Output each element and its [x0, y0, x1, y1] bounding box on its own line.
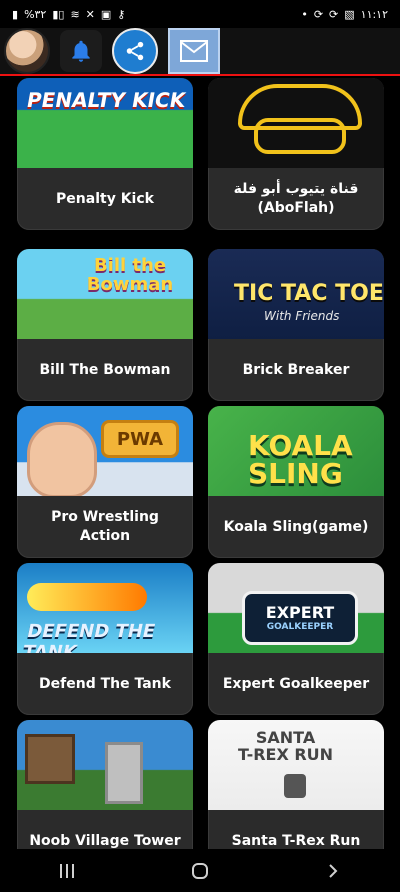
- mute-icon: ✕: [85, 7, 95, 21]
- app-header: [0, 28, 400, 76]
- block-art: [25, 734, 75, 784]
- thumbnail-logo: TIC TAC TOE: [234, 281, 384, 306]
- game-title: Pro Wrestling Action: [51, 509, 159, 544]
- battery-icon: ▮: [12, 7, 19, 21]
- status-left: ▮ %٣٢ ▮▯ ≋ ✕ ▣ ⚷: [12, 9, 125, 20]
- game-card-bill-the-bowman[interactable]: Bill the Bowman Bill The Bowman: [17, 249, 193, 401]
- game-thumbnail: SANTA T-REX RUN: [208, 720, 384, 810]
- clipboard-icon: ▣: [100, 7, 112, 21]
- mail-icon-svg: [180, 40, 208, 62]
- thumbnail-logo-text: EXPERT: [265, 602, 335, 622]
- game-thumbnail: [208, 78, 384, 168]
- game-title: Santa T-Rex Run: [231, 832, 361, 849]
- game-title: Noob Village Tower: [29, 832, 181, 849]
- game-title: Expert Goalkeeper: [222, 675, 370, 692]
- game-card-expert-goalkeeper[interactable]: EXPERT GOALKEEPER Expert Goalkeeper: [208, 563, 384, 715]
- thumbnail-logo: Bill the Bowman: [86, 255, 174, 295]
- games-grid: PENALTY KICK Penalty Kick قناة يتيوب أبو…: [0, 78, 400, 849]
- game-card-koala-sling[interactable]: KOALA SLING Koala Sling(game): [208, 406, 384, 558]
- status-right: • ⟳ ⟳ ▧ ١١:١٢: [301, 9, 388, 20]
- game-thumbnail: TIC TAC TOE With Friends: [208, 249, 384, 339]
- game-thumbnail: [17, 720, 193, 810]
- thumbnail-logo: EXPERT GOALKEEPER: [242, 591, 358, 645]
- game-title: Brick Breaker: [242, 361, 350, 378]
- home-icon[interactable]: [160, 849, 240, 892]
- game-thumbnail: PWA: [17, 406, 193, 496]
- game-card-santa-trex-run[interactable]: SANTA T-REX RUN Santa T-Rex Run: [208, 720, 384, 849]
- clock-time: ١١:١٢: [360, 7, 388, 21]
- game-title: Bill The Bowman: [39, 361, 171, 378]
- game-title: Penalty Kick: [56, 190, 154, 207]
- game-thumbnail: EXPERT GOALKEEPER: [208, 563, 384, 653]
- thumbnail-logo-subtext: GOALKEEPER: [266, 621, 334, 632]
- share-icon-svg: [126, 41, 144, 61]
- home-icon-svg: [191, 862, 208, 879]
- recent-apps-icon[interactable]: [27, 849, 107, 892]
- bell-icon-svg: [72, 40, 90, 62]
- game-card-noob-village-tower[interactable]: Noob Village Tower: [17, 720, 193, 849]
- game-card-defend-the-tank[interactable]: DEFEND THE TANK Defend The Tank: [17, 563, 193, 715]
- thumbnail-logo: PWA: [101, 420, 179, 458]
- game-thumbnail: PENALTY KICK: [17, 78, 193, 168]
- bell-icon[interactable]: [60, 30, 102, 72]
- mail-icon[interactable]: [168, 28, 220, 74]
- game-card-aboflah[interactable]: قناة يتيوب أبو فلة (AboFlah): [208, 78, 384, 230]
- thumbnail-logo-subtext: T-REX RUN: [238, 744, 334, 764]
- wifi-icon: ≋: [70, 7, 80, 21]
- skeleton-art: [105, 742, 143, 804]
- status-bar: ▮ %٣٢ ▮▯ ≋ ✕ ▣ ⚷ • ⟳ ⟳ ▧ ١١:١٢: [0, 0, 400, 28]
- back-icon-svg: [329, 863, 338, 878]
- recent-apps-icon-svg: [59, 863, 74, 878]
- dot-icon: •: [301, 7, 308, 21]
- sync-icon-2: ⟳: [329, 7, 339, 21]
- battery-percent: %٣٢: [24, 7, 47, 21]
- share-icon[interactable]: [112, 28, 158, 74]
- image-icon: ▧: [344, 7, 355, 21]
- signal-icon: ▮▯: [52, 7, 65, 21]
- key-icon: ⚷: [117, 7, 126, 21]
- glasses-art: [254, 118, 346, 154]
- thumbnail-logo: DEFEND THE TANK: [20, 621, 158, 653]
- thumbnail-subtext: With Friends: [264, 309, 340, 323]
- game-card-brick-breaker[interactable]: TIC TAC TOE With Friends Brick Breaker: [208, 249, 384, 401]
- thumbnail-logo: KOALA SLING: [248, 429, 353, 490]
- sync-icon: ⟳: [313, 7, 324, 21]
- game-card-penalty-kick[interactable]: PENALTY KICK Penalty Kick: [17, 78, 193, 230]
- thumbnail-logo: SANTA T-REX RUN: [238, 729, 334, 764]
- game-title: Defend The Tank: [39, 675, 171, 692]
- game-thumbnail: Bill the Bowman: [17, 249, 193, 339]
- game-thumbnail: KOALA SLING: [208, 406, 384, 496]
- game-card-pro-wrestling-action[interactable]: PWA Pro Wrestling Action: [17, 406, 193, 558]
- dino-art: [284, 774, 306, 798]
- character-art: [27, 422, 97, 496]
- thumbnail-logo: PENALTY KICK: [24, 88, 188, 112]
- game-title: Koala Sling(game): [223, 518, 369, 535]
- game-title: قناة يتيوب أبو فلة (AboFlah): [233, 181, 359, 216]
- game-thumbnail: DEFEND THE TANK: [17, 563, 193, 653]
- system-navigation-bar: [0, 849, 400, 892]
- fire-art: [27, 583, 147, 611]
- back-icon[interactable]: [293, 849, 373, 892]
- avatar[interactable]: [4, 28, 50, 74]
